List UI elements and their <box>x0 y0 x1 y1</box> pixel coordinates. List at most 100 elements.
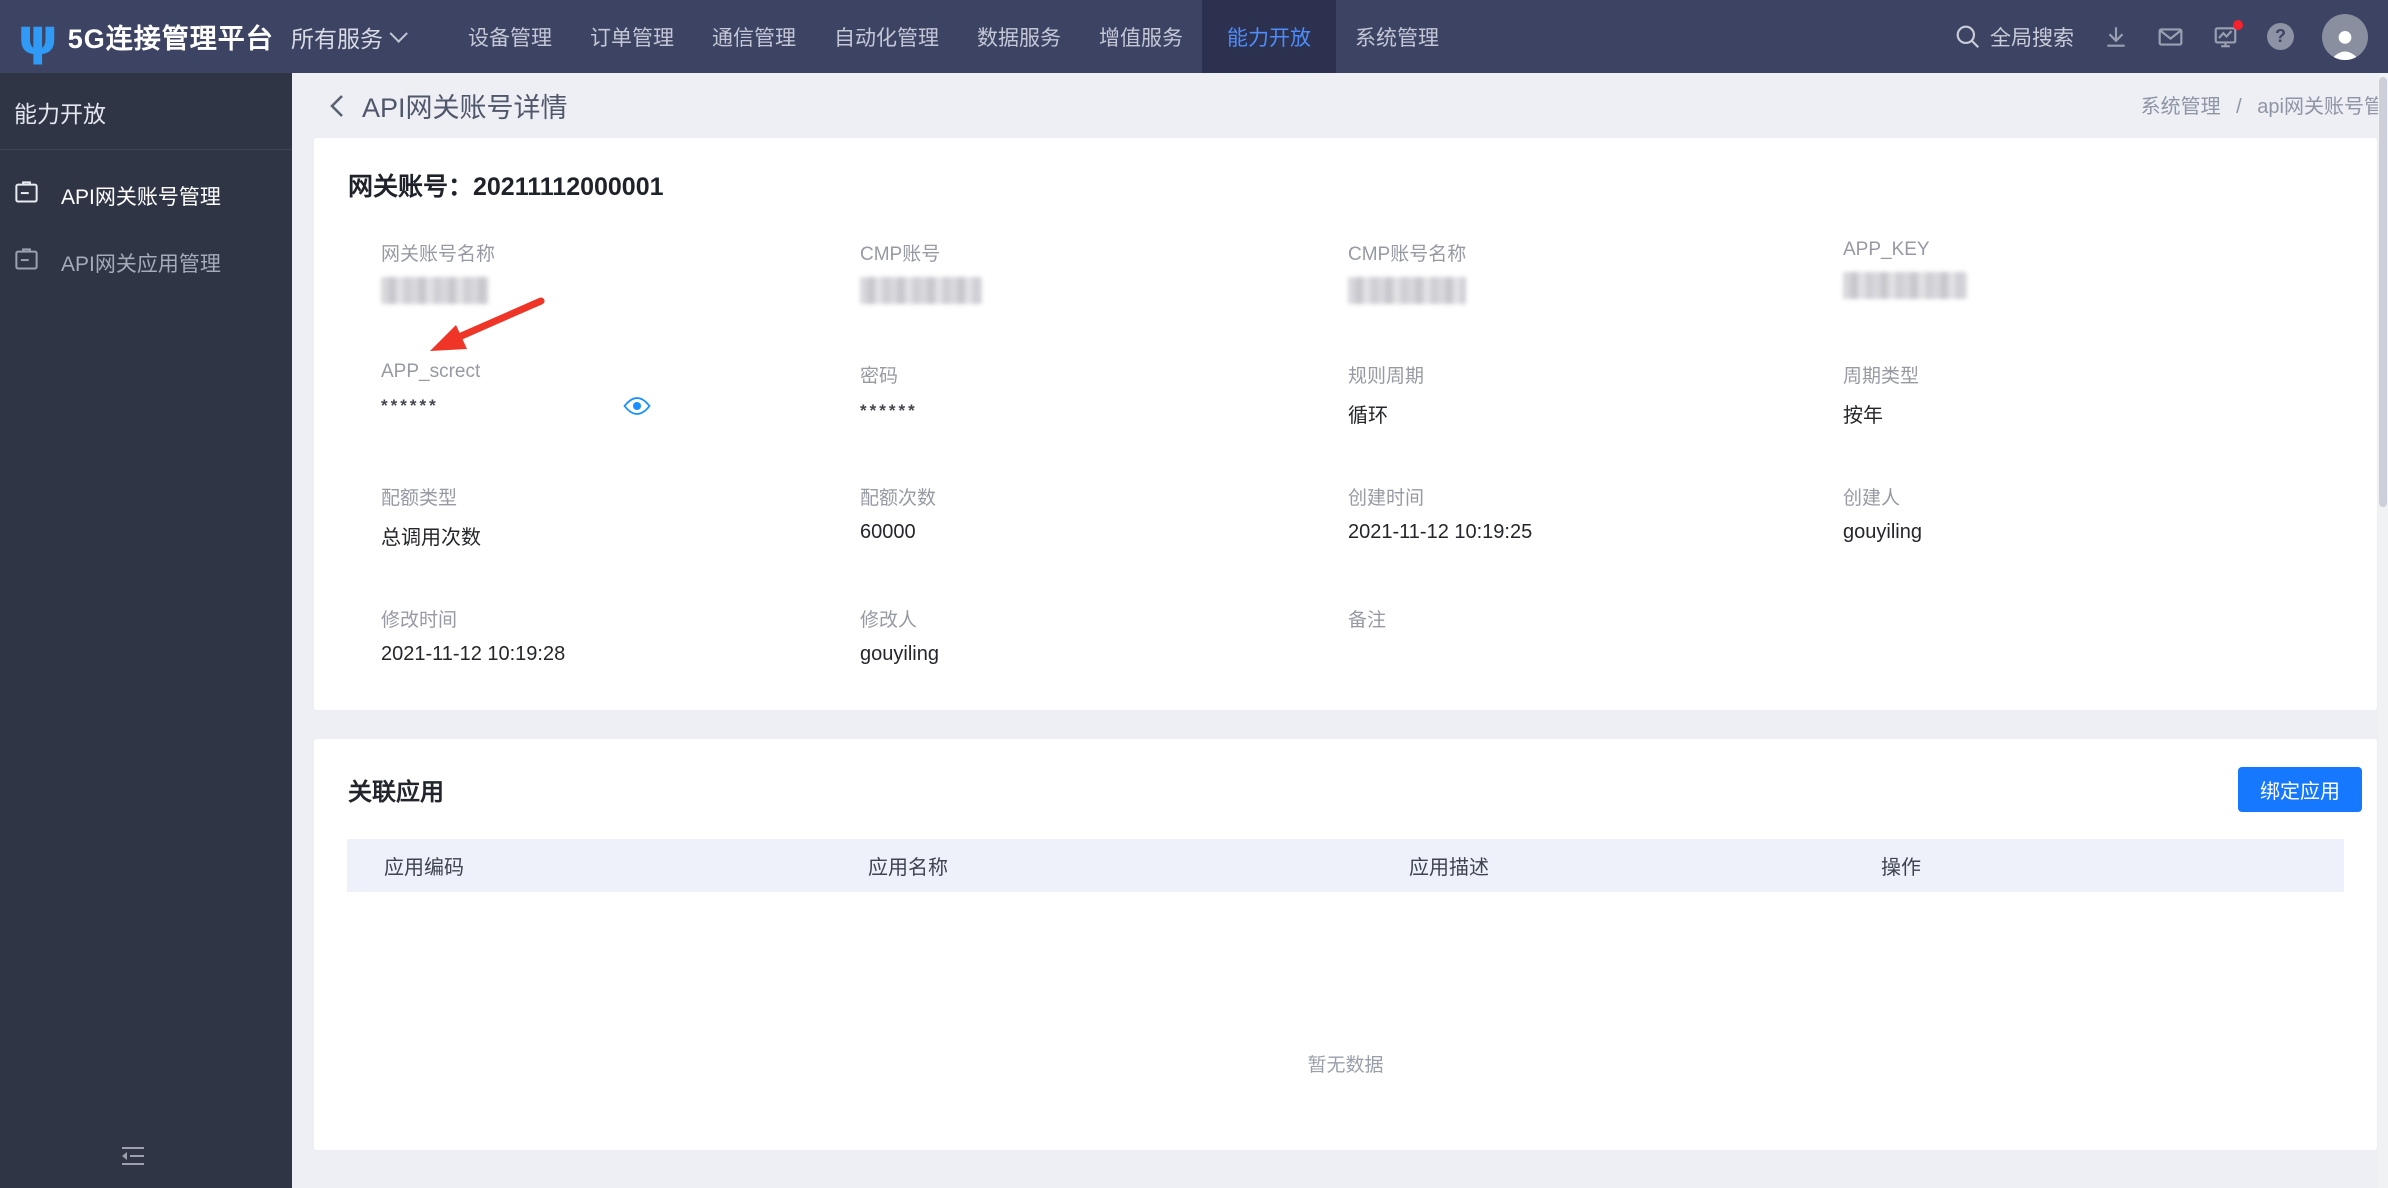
field-value-text: ****** <box>860 401 918 420</box>
field-value: ****** <box>381 394 860 421</box>
field-label: 创建时间 <box>1348 488 1425 509</box>
nav-item-5[interactable]: 数据服务 <box>958 0 1080 73</box>
detail-field-3: APP_KEY <box>1843 239 2377 300</box>
toggle-secret-visibility-icon[interactable] <box>623 396 651 422</box>
field-label: 配额类型 <box>381 488 458 509</box>
detail-field-12: 修改时间 2021-11-12 10:19:28 <box>381 605 860 666</box>
nav-item-label: 能力开放 <box>1227 26 1311 50</box>
avatar[interactable] <box>2322 13 2368 60</box>
sidebar: 能力开放 API网关账号管理 API网关应用管理 <box>0 73 292 1188</box>
field-value-text: 2021-11-12 10:19:28 <box>381 643 566 665</box>
search-icon <box>1954 23 1981 50</box>
breadcrumb-section[interactable]: 系统管理 <box>2141 96 2221 118</box>
nav-item-label: 通信管理 <box>712 26 796 50</box>
download-icon[interactable] <box>2102 23 2129 50</box>
field-value: 2021-11-12 10:19:28 <box>381 643 860 670</box>
mail-icon[interactable] <box>2157 23 2184 50</box>
detail-field-10: 创建时间 2021-11-12 10:19:25 <box>1348 483 1843 544</box>
field-label: 修改人 <box>860 610 918 631</box>
detail-field-11: 创建人 gouyiling <box>1843 483 2377 544</box>
field-label: APP_screct <box>381 361 481 382</box>
field-value-text: 按年 <box>1843 405 1883 427</box>
page-title: API网关账号详情 <box>362 93 568 123</box>
field-value <box>1348 277 1843 304</box>
field-value <box>381 277 860 304</box>
related-apps-header: 关联应用 绑定应用 <box>314 739 2377 812</box>
detail-field-2: CMP账号名称 <box>1348 239 1843 304</box>
detail-fields-grid: 网关账号名称 CMP账号 CMP账号名称 APP_KEY APP_screct *****… <box>381 239 2377 666</box>
field-label: 网关账号名称 <box>381 244 496 265</box>
back-icon[interactable] <box>328 94 348 118</box>
redacted-value <box>1348 277 1466 304</box>
field-value-text: gouyiling <box>860 643 939 665</box>
page-scrollbar <box>2378 73 2388 1188</box>
apps-column-header-1: 应用名称 <box>868 857 948 879</box>
field-value-text: 2021-11-12 10:19:25 <box>1348 521 1533 543</box>
nav-item-8[interactable]: 系统管理 <box>1336 0 1458 73</box>
field-label: 配额次数 <box>860 488 937 509</box>
logo-icon: ψ <box>18 7 58 66</box>
field-value: 总调用次数 <box>381 521 860 549</box>
navbar-right-tools: 全局搜索 ? <box>1954 13 2388 60</box>
field-label: 修改时间 <box>381 610 458 631</box>
field-value: 按年 <box>1843 399 2377 427</box>
top-navbar: ψ 5G连接管理平台 所有服务 设备管理 订单管理 通信管理 自动化管理 数据服务 增值服务… <box>0 0 2388 73</box>
detail-field-1: CMP账号 <box>860 239 1348 304</box>
detail-field-8: 配额类型 总调用次数 <box>381 483 860 549</box>
nav-item-2[interactable]: 订单管理 <box>571 0 693 73</box>
monitor-chart-icon[interactable] <box>2212 20 2243 50</box>
nav-item-4[interactable]: 自动化管理 <box>815 0 958 73</box>
apps-table-header: 应用编码 应用名称 应用描述 操作 <box>347 839 2344 892</box>
field-label: CMP账号名称 <box>1348 244 1467 265</box>
redacted-value <box>860 277 982 304</box>
detail-field-7: 周期类型 按年 <box>1843 361 2377 427</box>
redacted-value <box>381 277 489 304</box>
notification-dot <box>2233 20 2243 30</box>
apps-column-header-3: 操作 <box>1881 857 1921 879</box>
app-title: 5G连接管理平台 <box>67 24 274 54</box>
detail-field-9: 配额次数 60000 <box>860 483 1348 544</box>
field-label: 周期类型 <box>1843 366 1920 387</box>
field-value-text: 循环 <box>1348 405 1388 427</box>
nav-item-0[interactable]: 所有服务 <box>272 0 427 73</box>
sidebar-item-label: API网关账号管理 <box>61 185 221 209</box>
detail-field-0: 网关账号名称 <box>381 239 860 304</box>
detail-field-14: 备注 <box>1348 605 1843 666</box>
field-value <box>1843 272 2377 299</box>
global-search[interactable]: 全局搜索 <box>1954 22 2074 52</box>
sidebar-item-1[interactable]: API网关应用管理 <box>0 229 292 296</box>
breadcrumb-separator: / <box>2236 96 2242 118</box>
gateway-account-detail-card: 网关账号：20211112000001 网关账号名称 CMP账号 CMP账号名称 AP… <box>314 138 2377 710</box>
nav-item-label: 订单管理 <box>590 26 674 50</box>
field-value <box>860 277 1348 304</box>
field-label: CMP账号 <box>860 244 941 265</box>
nav-item-6[interactable]: 增值服务 <box>1080 0 1202 73</box>
bind-app-button[interactable]: 绑定应用 <box>2238 767 2362 812</box>
main-content: API网关账号详情 系统管理 / api网关账号管理 网关账号：20211112… <box>292 73 2388 1188</box>
empty-state-text: 暂无数据 <box>1307 1055 1384 1076</box>
field-label: 规则周期 <box>1348 366 1425 387</box>
nav-item-3[interactable]: 通信管理 <box>693 0 815 73</box>
clipboard-icon <box>13 246 40 279</box>
breadcrumb: 系统管理 / api网关账号管理 <box>2141 90 2388 119</box>
help-icon[interactable]: ? <box>2267 23 2294 50</box>
scrollbar-thumb[interactable] <box>2379 77 2387 507</box>
breadcrumb-page[interactable]: api网关账号管理 <box>2257 96 2388 118</box>
sidebar-item-label: API网关应用管理 <box>61 252 221 276</box>
field-label: APP_KEY <box>1843 239 1930 260</box>
detail-field-13: 修改人 gouyiling <box>860 605 1348 666</box>
nav-item-label: 增值服务 <box>1099 26 1183 50</box>
field-label: 备注 <box>1348 610 1387 631</box>
field-value-text: ****** <box>381 396 439 415</box>
field-label: 创建人 <box>1843 488 1901 509</box>
nav-item-1[interactable]: 设备管理 <box>449 0 571 73</box>
related-apps-title: 关联应用 <box>348 779 444 806</box>
nav-item-label: 自动化管理 <box>834 26 939 50</box>
app-logo: ψ 5G连接管理平台 <box>0 7 274 66</box>
nav-item-7[interactable]: 能力开放 <box>1202 0 1336 73</box>
related-apps-card: 关联应用 绑定应用 应用编码 应用名称 应用描述 操作 暂无数据 <box>314 739 2377 1150</box>
sidebar-item-0[interactable]: API网关账号管理 <box>0 162 292 229</box>
apps-column-header-2: 应用描述 <box>1409 857 1489 879</box>
sidebar-collapse-icon[interactable] <box>120 1145 146 1172</box>
global-search-label: 全局搜索 <box>1990 26 2074 50</box>
